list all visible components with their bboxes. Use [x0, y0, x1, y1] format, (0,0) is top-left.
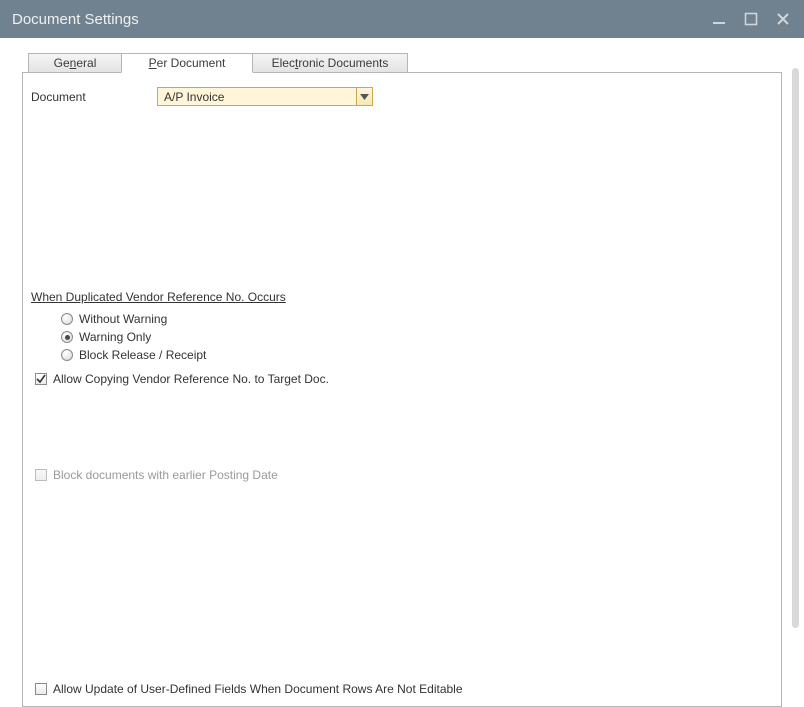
tab-per-document[interactable]: Per Document	[121, 53, 253, 73]
tabs: General Per Document Electronic Document…	[28, 52, 782, 72]
window-controls	[710, 10, 792, 28]
checkbox-icon	[35, 373, 47, 385]
checkbox-label: Allow Copying Vendor Reference No. to Ta…	[53, 372, 329, 386]
minimize-icon[interactable]	[710, 10, 728, 28]
close-icon[interactable]	[774, 10, 792, 28]
checkbox-block-earlier-posting: Block documents with earlier Posting Dat…	[35, 466, 773, 484]
radio-block-release-receipt[interactable]: Block Release / Receipt	[61, 346, 773, 364]
radio-label: Without Warning	[79, 312, 167, 326]
document-settings-window: Document Settings General Per Document E…	[0, 0, 804, 694]
document-select[interactable]: A/P Invoice	[157, 87, 373, 106]
radio-icon	[61, 331, 73, 343]
content-area: General Per Document Electronic Document…	[0, 38, 804, 707]
vertical-scrollbar[interactable]	[792, 68, 799, 628]
checkbox-icon	[35, 469, 47, 481]
radio-without-warning[interactable]: Without Warning	[61, 310, 773, 328]
radio-label: Warning Only	[79, 330, 151, 344]
chevron-down-icon	[356, 88, 372, 105]
document-row: Document A/P Invoice	[31, 87, 773, 106]
document-select-value: A/P Invoice	[164, 90, 224, 104]
checkbox-allow-update-udf[interactable]: Allow Update of User-Defined Fields When…	[35, 680, 773, 698]
radio-warning-only[interactable]: Warning Only	[61, 328, 773, 346]
radio-icon	[61, 349, 73, 361]
titlebar[interactable]: Document Settings	[0, 0, 804, 38]
document-label: Document	[31, 90, 157, 104]
radio-icon	[61, 313, 73, 325]
tab-electronic-documents[interactable]: Electronic Documents	[252, 53, 408, 73]
checkbox-allow-copy-vendor-ref[interactable]: Allow Copying Vendor Reference No. to Ta…	[35, 370, 773, 388]
panel-per-document: Document A/P Invoice When Duplicated Ven…	[22, 72, 782, 707]
dup-vendor-ref-heading: When Duplicated Vendor Reference No. Occ…	[31, 290, 773, 304]
checkbox-icon	[35, 683, 47, 695]
window-title: Document Settings	[12, 11, 139, 28]
tab-general[interactable]: General	[28, 53, 122, 73]
radio-label: Block Release / Receipt	[79, 348, 206, 362]
maximize-icon[interactable]	[742, 10, 760, 28]
dup-vendor-ref-group: Without Warning Warning Only Block Relea…	[61, 310, 773, 364]
checkbox-label: Block documents with earlier Posting Dat…	[53, 468, 278, 482]
